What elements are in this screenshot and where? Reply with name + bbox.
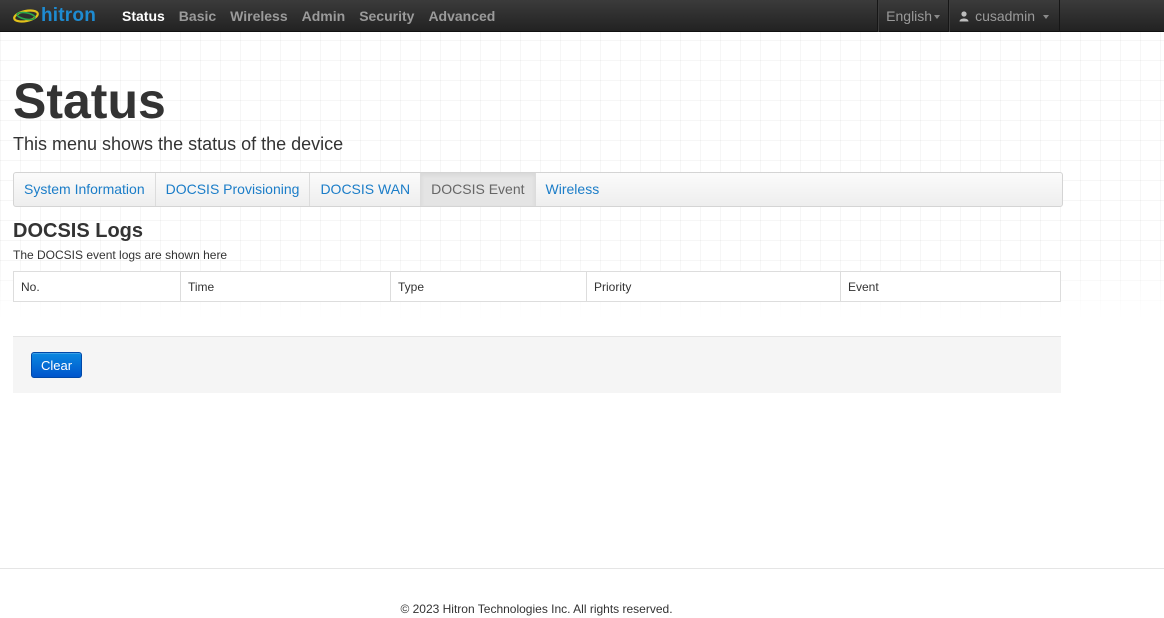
docsis-log-table: No. Time Type Priority Event xyxy=(13,271,1061,302)
nav-item-status[interactable]: Status xyxy=(115,0,172,32)
section-description: The DOCSIS event logs are shown here xyxy=(13,248,228,262)
main-nav: Status Basic Wireless Admin Security Adv… xyxy=(115,0,502,32)
section-title: DOCSIS Logs xyxy=(13,220,144,242)
nav-item-wireless[interactable]: Wireless xyxy=(223,0,294,32)
hitron-logo-icon xyxy=(13,9,39,23)
language-dropdown[interactable]: English xyxy=(877,0,948,32)
form-actions: Clear xyxy=(13,336,1061,393)
nav-item-basic[interactable]: Basic xyxy=(172,0,223,32)
tab-wireless[interactable]: Wireless xyxy=(536,173,610,206)
column-header-priority: Priority xyxy=(586,271,841,302)
page-subtitle: This menu shows the status of the device xyxy=(13,134,344,154)
column-header-no: No. xyxy=(21,279,40,294)
tab-docsis-wan[interactable]: DOCSIS WAN xyxy=(310,173,422,206)
column-header-time: Time xyxy=(180,271,391,302)
page-title: Status xyxy=(13,73,166,129)
tab-docsis-provisioning[interactable]: DOCSIS Provisioning xyxy=(156,173,311,206)
chevron-down-icon xyxy=(934,14,941,19)
footer-divider xyxy=(0,568,1164,569)
user-dropdown[interactable]: cusadmin xyxy=(948,0,1060,32)
tab-system-information[interactable]: System Information xyxy=(14,173,156,206)
footer-copyright: © 2023 Hitron Technologies Inc. All righ… xyxy=(400,602,673,616)
brand-logo-text: hitron xyxy=(41,5,97,26)
column-header-type: Type xyxy=(390,271,587,302)
user-icon xyxy=(959,10,969,22)
clear-button[interactable]: Clear xyxy=(31,352,83,378)
tab-docsis-event[interactable]: DOCSIS Event xyxy=(421,173,536,206)
user-name: cusadmin xyxy=(975,8,1035,24)
nav-right: English cusadmin xyxy=(877,0,1060,32)
status-tabs: System Information DOCSIS Provisioning D… xyxy=(13,172,1063,207)
brand-logo[interactable]: hitron xyxy=(12,3,96,29)
table-header-row: No. Time Type Priority Event xyxy=(14,271,1061,302)
chevron-down-icon xyxy=(1043,14,1049,19)
nav-item-admin[interactable]: Admin xyxy=(295,0,353,32)
language-label: English xyxy=(886,8,933,24)
top-navbar: hitron Status Basic Wireless Admin Secur… xyxy=(0,0,1164,32)
nav-item-advanced[interactable]: Advanced xyxy=(421,0,502,32)
background-fade xyxy=(0,260,1164,618)
nav-item-security[interactable]: Security xyxy=(352,0,421,32)
column-header-event: Event xyxy=(840,271,1061,302)
